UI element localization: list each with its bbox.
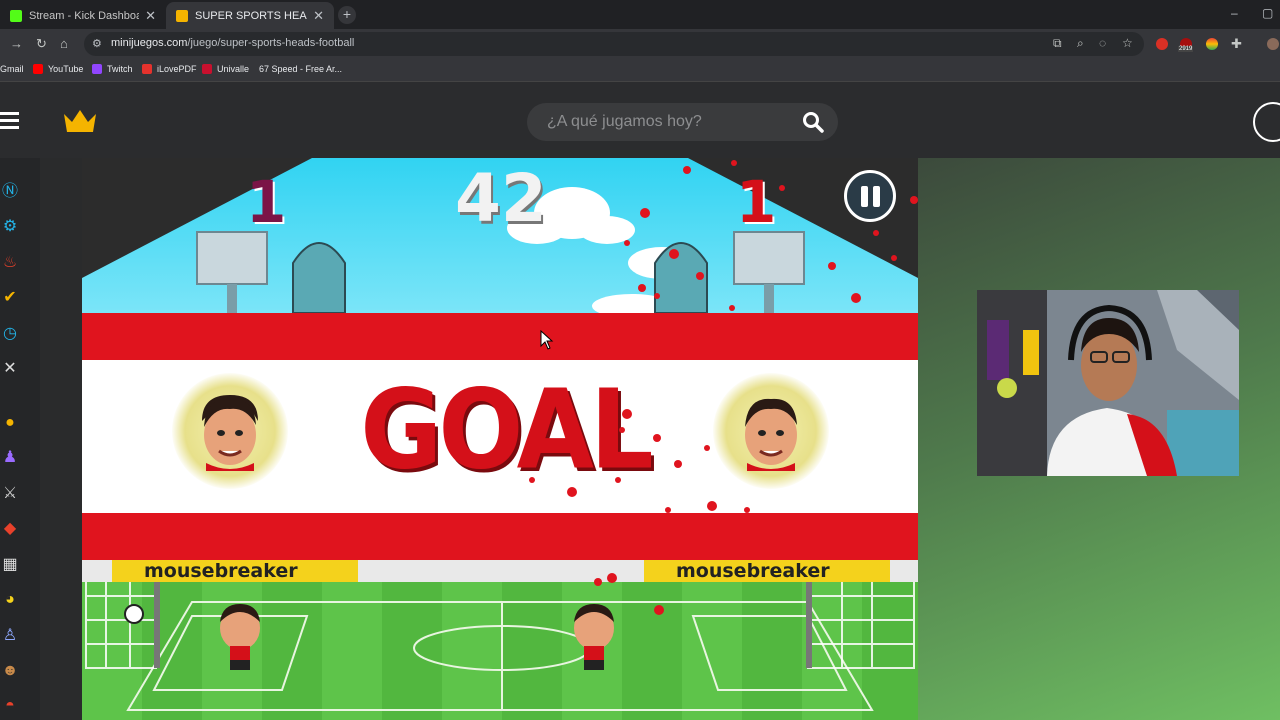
speed-icon[interactable]: ◷	[0, 324, 20, 344]
bookmark-67-speed[interactable]: 67 Speed - Free Ar...	[259, 64, 342, 74]
profile-avatar[interactable]	[1267, 38, 1279, 50]
bookmark-star-icon[interactable]: ☆	[1122, 36, 1133, 50]
bookmark-youtube[interactable]: YouTube	[33, 64, 83, 74]
close-tab-icon[interactable]: ✕	[145, 8, 156, 24]
bookmarks-bar: Gmail YouTube Twitch iLovePDF Univalle 6…	[0, 59, 1280, 81]
search-icon[interactable]	[802, 111, 824, 133]
twitch-icon	[92, 64, 102, 74]
user-account-button[interactable]	[1253, 102, 1280, 142]
game-left-gutter	[40, 158, 82, 720]
puzzle-icon[interactable]: ●	[0, 413, 20, 433]
close-tab-icon[interactable]: ✕	[313, 8, 324, 24]
webcam-feed	[977, 290, 1239, 476]
multiplayer-icon[interactable]: ♟	[0, 448, 20, 468]
eye-off-icon[interactable]: ◌	[1099, 36, 1106, 50]
univalle-icon	[202, 64, 212, 74]
search-bar[interactable]: ¿A qué jugamos hoy?	[527, 103, 838, 141]
new-tab-button[interactable]: +	[338, 6, 356, 24]
new-games-icon[interactable]: Ⓝ	[0, 182, 20, 202]
bookmark-univalle[interactable]: Univalle	[202, 64, 249, 74]
pokeball-icon[interactable]: ◓	[0, 696, 20, 716]
bookmark-label: iLovePDF	[157, 64, 197, 74]
pacman-icon[interactable]: ◕	[0, 590, 20, 610]
swords-icon[interactable]: ⚔	[0, 484, 20, 504]
people-icon[interactable]: ♙	[0, 626, 20, 646]
settings-icon[interactable]: ⚙	[0, 217, 20, 237]
youtube-icon	[33, 64, 43, 74]
game-canvas[interactable]: 1 42 1 GOAL mousebreaker mousebreaker	[82, 158, 918, 720]
bookmark-gmail[interactable]: Gmail	[0, 64, 24, 74]
url-text: minijuegos.com/juego/super-sports-heads-…	[111, 37, 355, 49]
car-icon[interactable]: ◆	[0, 519, 20, 539]
bookmark-label: Twitch	[107, 64, 133, 74]
shuffle-icon[interactable]: ✕	[0, 359, 20, 379]
install-icon[interactable]: ⧉	[1053, 36, 1062, 51]
ilovepdf-icon	[142, 64, 152, 74]
check-icon[interactable]: ✔	[0, 288, 20, 308]
extension-badge-count: 2919	[1178, 46, 1194, 52]
racing-flag-icon[interactable]: ▦	[0, 555, 20, 575]
reload-icon[interactable]: ↻	[36, 36, 47, 52]
crown-logo-icon[interactable]	[62, 108, 98, 134]
bookmark-label: Gmail	[0, 64, 24, 74]
bookmark-label: YouTube	[48, 64, 84, 74]
crown-favicon-icon	[176, 9, 188, 22]
streamer-webcam	[977, 290, 1239, 476]
site-info-icon[interactable]: ⚙	[92, 37, 102, 50]
menu-icon[interactable]	[0, 112, 20, 133]
confetti-stars	[529, 160, 918, 615]
extension-colorful-icon[interactable]	[1206, 38, 1218, 50]
kick-favicon-icon	[10, 9, 22, 22]
bookmark-label: 67 Speed - Free Ar...	[259, 64, 343, 74]
fire-icon[interactable]: ♨	[0, 253, 20, 273]
minimize-icon[interactable]: –	[1231, 6, 1238, 20]
tab-strip: Stream - Kick Dashboard ✕ SUPER SPORTS H…	[0, 0, 1280, 29]
bookmark-twitch[interactable]: Twitch	[92, 64, 133, 74]
browser-toolbar: → ↻ ⌂ ⚙ minijuegos.com/juego/super-sport…	[0, 29, 1280, 59]
home-icon[interactable]: ⌂	[60, 36, 68, 52]
site-header: ¿A qué jugamos hoy?	[0, 81, 1280, 158]
maximize-icon[interactable]: ▢	[1262, 6, 1273, 20]
zoom-icon[interactable]: ⌕	[1077, 36, 1084, 51]
mouse-cursor-icon	[540, 330, 554, 350]
forward-icon[interactable]: →	[10, 36, 23, 52]
bookmark-ilovepdf[interactable]: iLovePDF	[142, 64, 197, 74]
search-input[interactable]: ¿A qué jugamos hoy?	[547, 113, 702, 131]
extensions-puzzle-icon[interactable]: ✚	[1231, 36, 1242, 52]
address-bar[interactable]: ⚙ minijuegos.com/juego/super-sports-head…	[84, 32, 1144, 56]
tab-label: SUPER SPORTS HEADS FOOTBA	[195, 9, 307, 22]
extension-red-icon[interactable]	[1156, 38, 1168, 50]
bookmark-label: Univalle	[217, 64, 250, 74]
tab-kick-dashboard[interactable]: Stream - Kick Dashboard ✕	[0, 2, 166, 29]
tab-label: Stream - Kick Dashboard	[29, 9, 140, 22]
category-sidebar: Ⓝ ⚙ ♨ ✔ ◷ ✕ ● ♟ ⚔ ◆ ▦ ◕ ♙ ☻ ◓	[0, 158, 40, 720]
tab-super-sports-heads[interactable]: SUPER SPORTS HEADS FOOTBA ✕	[166, 2, 334, 29]
bear-icon[interactable]: ☻	[0, 661, 20, 681]
